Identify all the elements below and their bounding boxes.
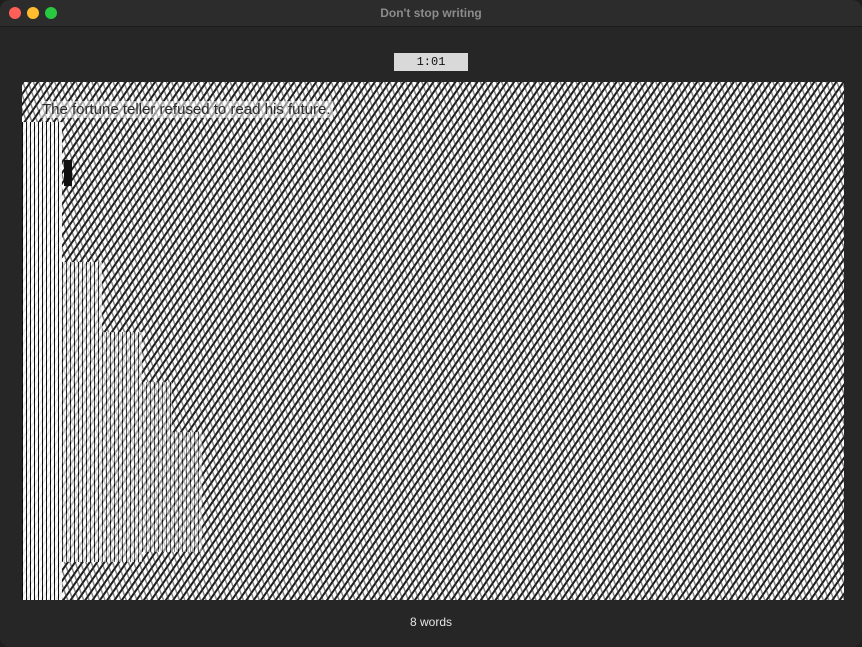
word-count: 8 words: [409, 615, 453, 629]
title-bar: Don't stop writing: [0, 0, 862, 27]
timer-container: 1:01: [0, 52, 862, 71]
window-title: Don't stop writing: [380, 6, 482, 20]
distortion-overlay: [22, 82, 844, 600]
editor-text: The fortune teller refused to read his f…: [40, 101, 333, 118]
countdown-timer: 1:01: [394, 53, 468, 71]
app-window: Don't stop writing 1:01 The fortune tell…: [0, 0, 862, 647]
writing-area[interactable]: The fortune teller refused to read his f…: [22, 82, 844, 600]
